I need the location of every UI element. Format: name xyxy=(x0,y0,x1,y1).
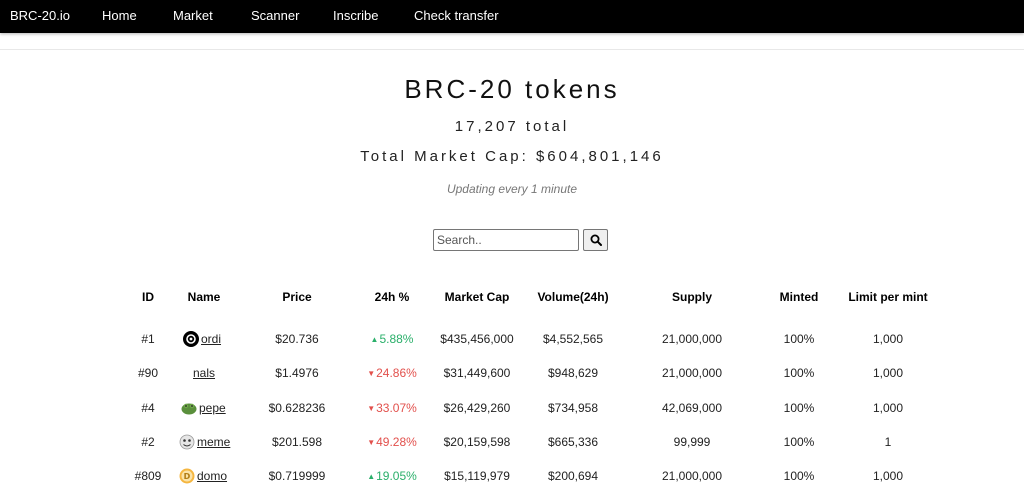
cell-market-cap: $435,456,000 xyxy=(440,332,514,346)
token-name: meme xyxy=(197,435,231,449)
token-name: ordi xyxy=(201,332,222,346)
token-link-domo[interactable]: D domo xyxy=(179,468,227,484)
cell-id: #4 xyxy=(141,401,155,415)
cell-minted: 100% xyxy=(783,435,815,449)
cell-supply: 21,000,000 xyxy=(661,366,723,380)
col-header-limit: Limit per mint xyxy=(848,290,928,304)
cell-change: ▲5.88% xyxy=(370,332,414,346)
ordi-token-icon xyxy=(183,331,199,347)
nav-scanner[interactable]: Scanner xyxy=(251,8,299,23)
top-navbar: BRC-20.io Home Market Scanner Inscribe C… xyxy=(0,0,1024,33)
cell-price: $1.4976 xyxy=(275,366,319,380)
cell-price: $0.628236 xyxy=(268,401,326,415)
svg-text:D: D xyxy=(184,472,191,481)
col-header-price: Price xyxy=(282,290,312,304)
token-name: pepe xyxy=(199,401,226,415)
page-title: BRC-20 tokens xyxy=(404,74,620,104)
col-header-supply: Supply xyxy=(671,290,712,304)
divider xyxy=(0,49,1024,50)
cell-market-cap: $20,159,598 xyxy=(443,435,511,449)
cell-market-cap: $26,429,260 xyxy=(443,401,511,415)
cell-minted: 100% xyxy=(783,401,815,415)
cell-market-cap: $31,449,600 xyxy=(443,366,511,380)
nav-check-transfer[interactable]: Check transfer xyxy=(414,8,499,23)
cell-supply: 21,000,000 xyxy=(661,469,723,483)
total-market-cap: Total Market Cap: $604,801,146 xyxy=(360,148,664,165)
cell-id: #809 xyxy=(134,469,162,483)
up-arrow-icon: ▲ xyxy=(367,472,376,481)
cell-supply: 42,069,000 xyxy=(661,401,723,415)
cell-price: $20.736 xyxy=(275,332,319,346)
nav-market[interactable]: Market xyxy=(173,8,213,23)
cell-limit: 1,000 xyxy=(872,366,904,380)
cell-supply: 99,999 xyxy=(673,435,711,449)
domo-token-icon: D xyxy=(179,468,195,484)
nav-home[interactable]: Home xyxy=(102,8,137,23)
cell-volume: $948,629 xyxy=(547,366,599,380)
col-header-id: ID xyxy=(142,290,154,304)
col-header-volume: Volume(24h) xyxy=(537,290,609,304)
meme-token-icon xyxy=(179,434,195,450)
cell-id: #90 xyxy=(137,366,159,380)
down-arrow-icon: ▼ xyxy=(367,369,376,378)
col-header-market-cap: Market Cap xyxy=(444,290,510,304)
cell-volume: $200,694 xyxy=(547,469,599,483)
cell-id: #2 xyxy=(141,435,155,449)
cell-change: ▼49.28% xyxy=(367,435,417,449)
col-header-name: Name xyxy=(187,290,221,304)
col-header-minted: Minted xyxy=(779,290,819,304)
cell-limit: 1,000 xyxy=(872,332,904,346)
cell-price: $0.719999 xyxy=(268,469,326,483)
cell-minted: 100% xyxy=(783,469,815,483)
token-link-ordi[interactable]: ordi xyxy=(183,331,221,347)
search-icon xyxy=(590,234,602,246)
cell-change: ▲19.05% xyxy=(367,469,417,483)
cell-change: ▼24.86% xyxy=(367,366,417,380)
search-button[interactable] xyxy=(583,229,608,251)
cell-minted: 100% xyxy=(783,366,815,380)
nav-inscribe[interactable]: Inscribe xyxy=(333,8,379,23)
cell-limit: 1,000 xyxy=(872,401,904,415)
cell-id: #1 xyxy=(141,332,155,346)
token-link-meme[interactable]: meme xyxy=(179,434,230,450)
cell-price: $201.598 xyxy=(271,435,323,449)
cell-change: ▼33.07% xyxy=(367,401,417,415)
cell-volume: $665,336 xyxy=(547,435,599,449)
brand-link[interactable]: BRC-20.io xyxy=(10,8,70,23)
pepe-token-icon xyxy=(181,403,197,415)
cell-limit: 1,000 xyxy=(872,469,904,483)
cell-minted: 100% xyxy=(783,332,815,346)
total-count: 17,207 total xyxy=(454,118,570,135)
cell-volume: $4,552,565 xyxy=(542,332,604,346)
cell-supply: 21,000,000 xyxy=(661,332,723,346)
token-link-nals[interactable]: nals xyxy=(193,366,215,380)
col-header-24h: 24h % xyxy=(374,290,410,304)
token-name: nals xyxy=(193,366,216,380)
cell-market-cap: $15,119,979 xyxy=(444,469,510,483)
token-name: domo xyxy=(197,469,228,483)
cell-volume: $734,958 xyxy=(547,401,599,415)
down-arrow-icon: ▼ xyxy=(367,438,376,447)
update-note: Updating every 1 minute xyxy=(446,182,578,196)
search-input[interactable] xyxy=(433,229,579,251)
token-link-pepe[interactable]: pepe xyxy=(181,400,226,416)
up-arrow-icon: ▲ xyxy=(370,335,379,344)
down-arrow-icon: ▼ xyxy=(367,404,376,413)
cell-limit: 1 xyxy=(884,435,892,449)
